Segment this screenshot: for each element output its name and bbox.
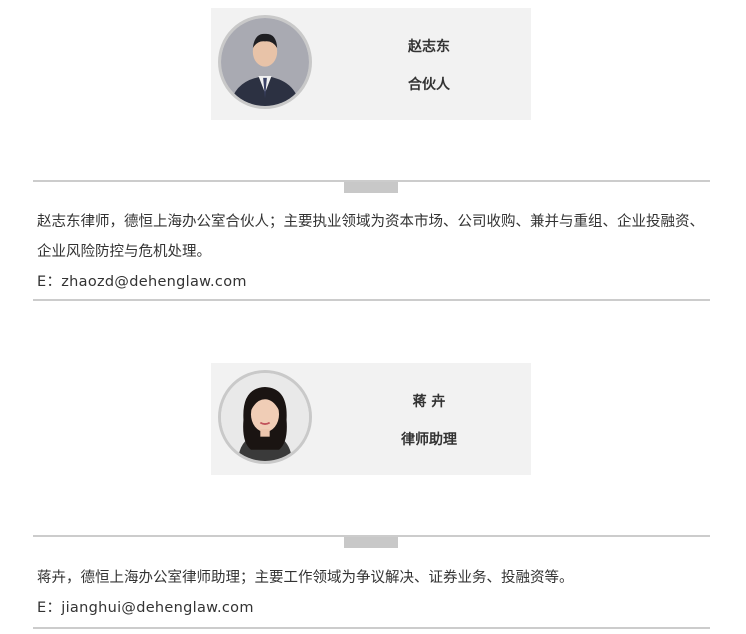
person-email: E：zhaozd@dehenglaw.com bbox=[37, 274, 247, 290]
divider-tab bbox=[344, 537, 398, 548]
person-bio: 赵志东律师，德恒上海办公室合伙人；主要执业领域为资本市场、公司收购、兼并与重组、… bbox=[37, 214, 704, 260]
person-title: 合伙人 bbox=[408, 77, 450, 93]
person-name: 蒋 卉 bbox=[412, 394, 446, 410]
divider bbox=[33, 627, 710, 629]
person-bio: 蒋卉，德恒上海办公室律师助理；主要工作领域为争议解决、证券业务、投融资等。 bbox=[37, 570, 574, 586]
portrait-image bbox=[221, 18, 309, 106]
avatar bbox=[218, 15, 312, 109]
divider-tab bbox=[344, 182, 398, 193]
avatar bbox=[218, 370, 312, 464]
portrait-image bbox=[221, 373, 309, 461]
profile-card: 赵志东 合伙人 bbox=[211, 8, 531, 120]
person-bio-block: 赵志东律师，德恒上海办公室合伙人；主要执业领域为资本市场、公司收购、兼并与重组、… bbox=[37, 207, 709, 297]
person-bio-block: 蒋卉，德恒上海办公室律师助理；主要工作领域为争议解决、证券业务、投融资等。 E：… bbox=[37, 563, 709, 623]
person-email: E：jianghui@dehenglaw.com bbox=[37, 600, 254, 616]
person-name: 赵志东 bbox=[408, 39, 450, 55]
divider bbox=[33, 299, 710, 301]
person-title: 律师助理 bbox=[401, 432, 457, 448]
profile-card: 蒋 卉 律师助理 bbox=[211, 363, 531, 475]
